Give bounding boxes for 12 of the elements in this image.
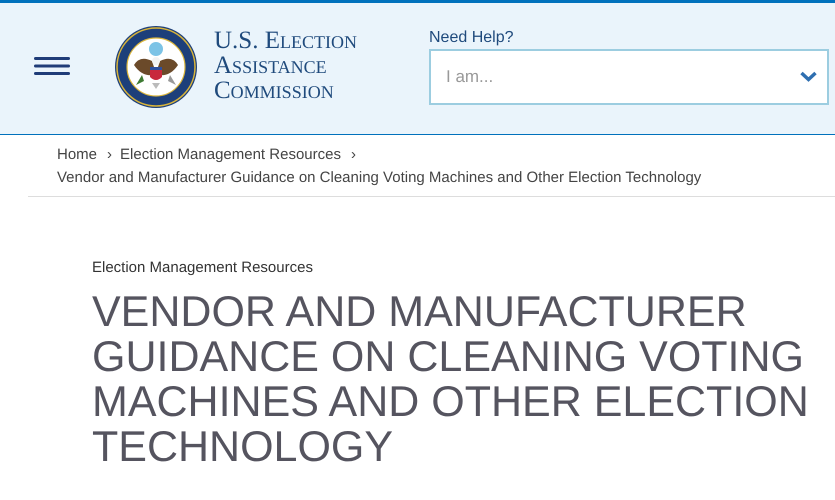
seal-drawing[interactable] — [114, 24, 198, 108]
breadcrumb-link[interactable]: Home — [57, 145, 98, 165]
breadcrumb-link[interactable]: Election Management Resources — [120, 145, 341, 165]
page-title: VENDOR AND MANUFACTURER GUIDANCE ON CLEANING VOTING MACHINES AND OTHER ELECTION TECHNOLOGY — [92, 290, 810, 470]
help-label: Need Help? — [429, 28, 514, 46]
breadcrumb-separator: › — [350, 145, 356, 165]
breadcrumb-separator: › — [107, 145, 112, 165]
logo-text[interactable]: U.S. Election Assistance Commission — [214, 28, 409, 103]
breadcrumb-link[interactable]: Vendor and Manufacturer Guidance on Cleaning Voting Machines and Other Election Technology — [57, 168, 702, 188]
chevron-down-icon — [800, 71, 817, 82]
category-label: Election Management Resources — [92, 259, 314, 276]
menu-icon[interactable] — [34, 56, 70, 74]
